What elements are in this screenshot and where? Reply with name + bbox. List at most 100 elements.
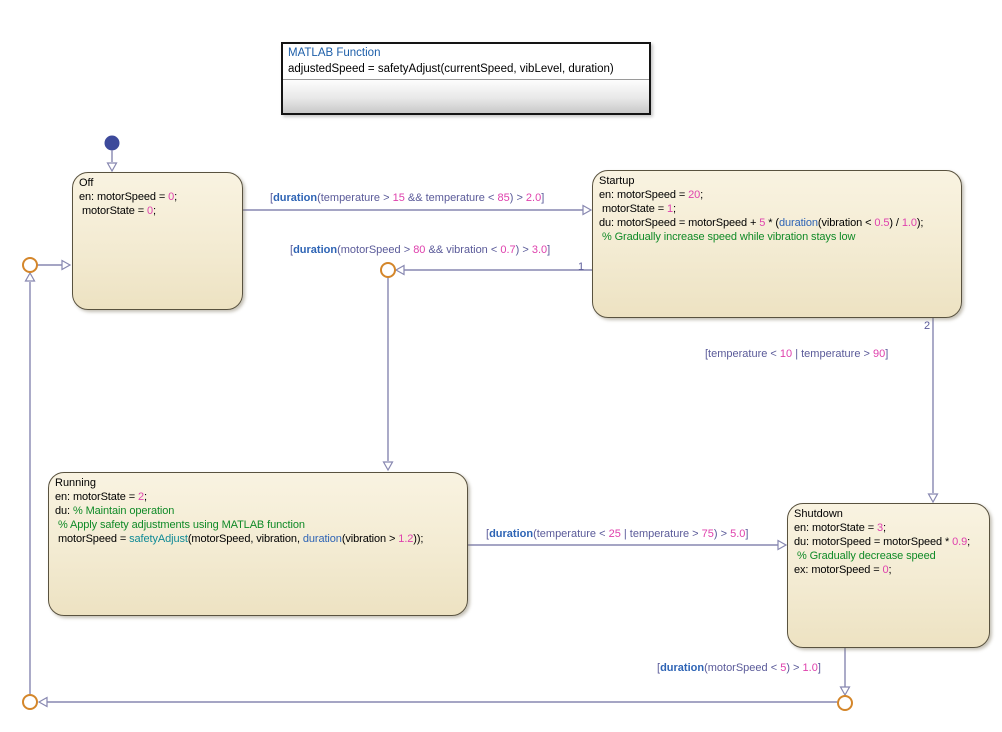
text-segment: motorState = <box>79 205 147 217</box>
state-code-line: en: motorState = 3; <box>794 521 989 535</box>
transition-order-label-1[interactable]: 1 <box>578 261 584 273</box>
text-segment: 15 <box>393 192 405 204</box>
text-segment: % Maintain operation <box>73 505 174 517</box>
junction-mid[interactable] <box>381 263 395 277</box>
text-segment: du: motorSpeed = motorSpeed * <box>794 536 952 548</box>
text-segment: 85 <box>497 192 509 204</box>
text-segment: 0.7 <box>500 244 515 256</box>
text-segment: ; <box>967 536 970 548</box>
text-segment: ) / <box>889 217 901 229</box>
text-segment: 0.9 <box>952 536 967 548</box>
text-segment: ; <box>174 191 177 203</box>
text-segment: [temperature < <box>705 348 780 360</box>
text-segment: motorSpeed = <box>55 533 129 545</box>
text-segment: 20 <box>688 189 700 201</box>
state-code-line: du: % Maintain operation <box>55 504 467 518</box>
state-code-line: ex: motorSpeed = 0; <box>794 563 989 577</box>
text-segment: ] <box>885 348 888 360</box>
state-code-line: motorState = 1; <box>599 202 961 216</box>
state-off[interactable]: Off en: motorSpeed = 0; motorState = 0; <box>72 172 243 310</box>
text-segment: 10 <box>780 348 792 360</box>
text-segment: ] <box>745 528 748 540</box>
text-segment: du: motorSpeed = motorSpeed + <box>599 217 759 229</box>
text-segment: (motorSpeed > <box>337 244 413 256</box>
state-startup[interactable]: Startup en: motorSpeed = 20; motorState … <box>592 170 962 318</box>
text-segment: ) > <box>510 192 526 204</box>
text-segment: ; <box>673 203 676 215</box>
text-segment: 2.0 <box>526 192 541 204</box>
text-segment: en: motorSpeed = <box>599 189 688 201</box>
text-segment: ] <box>547 244 550 256</box>
state-title: Startup <box>599 174 961 188</box>
text-segment: ex: motorSpeed = <box>794 564 883 576</box>
text-segment: en: motorState = <box>794 522 877 534</box>
text-segment: ; <box>700 189 703 201</box>
state-code-line: % Apply safety adjustments using MATLAB … <box>55 518 467 532</box>
text-segment: duration <box>489 528 533 540</box>
text-segment: % Gradually increase speed while vibrati… <box>599 231 855 243</box>
text-segment: % Gradually decrease speed <box>794 550 936 562</box>
junction-top-left[interactable] <box>23 258 37 272</box>
arrowhead-icon <box>583 206 591 215</box>
text-segment: du: <box>55 505 73 517</box>
text-segment: duration <box>779 217 818 229</box>
text-segment: ; <box>144 491 147 503</box>
arrowhead-icon <box>39 698 47 707</box>
matlab-function-box[interactable]: MATLAB Function adjustedSpeed = safetyAd… <box>281 42 651 115</box>
text-segment: | temperature > <box>621 528 702 540</box>
transition-label-off-to-startup[interactable]: [duration(temperature > 15 && temperatur… <box>270 191 544 205</box>
transition-label-running-to-shutdown[interactable]: [duration(temperature < 25 | temperature… <box>486 527 748 541</box>
text-segment: (motorSpeed, vibration, <box>188 533 303 545</box>
text-segment: % Apply safety adjustments using MATLAB … <box>55 519 305 531</box>
text-segment: en: motorSpeed = <box>79 191 168 203</box>
text-segment: | temperature > <box>792 348 873 360</box>
text-segment: 75 <box>702 528 714 540</box>
arrowhead-icon <box>384 462 393 470</box>
transition-label-startup-to-shutdown[interactable]: [temperature < 10 | temperature > 90] <box>705 347 888 361</box>
text-segment: ) > <box>516 244 532 256</box>
text-segment: (temperature < <box>533 528 609 540</box>
text-segment: 5.0 <box>730 528 745 540</box>
text-segment: (vibration > <box>342 533 398 545</box>
state-running[interactable]: Running en: motorState = 2; du: % Mainta… <box>48 472 468 616</box>
text-segment: ) > <box>786 662 802 674</box>
text-segment: ; <box>153 205 156 217</box>
text-segment: en: motorState = <box>55 491 138 503</box>
text-segment: ] <box>818 662 821 674</box>
text-segment: (motorSpeed < <box>704 662 780 674</box>
text-segment: ] <box>541 192 544 204</box>
text-segment: 90 <box>873 348 885 360</box>
transition-label-shutdown-to-off[interactable]: [duration(motorSpeed < 5) > 1.0] <box>657 661 821 675</box>
arrowhead-icon <box>841 687 850 695</box>
text-segment: duration <box>273 192 317 204</box>
text-segment: (vibration < <box>818 217 874 229</box>
text-segment: 25 <box>609 528 621 540</box>
text-segment: (temperature > <box>317 192 393 204</box>
text-segment: * ( <box>765 217 779 229</box>
state-code-line: motorState = 0; <box>79 204 242 218</box>
arrowhead-icon <box>26 273 35 281</box>
state-shutdown[interactable]: Shutdown en: motorState = 3; du: motorSp… <box>787 503 990 648</box>
transition-label-startup-to-running[interactable]: [duration(motorSpeed > 80 && vibration <… <box>290 243 550 257</box>
arrowhead-icon <box>108 163 117 171</box>
state-code-line: % Gradually increase speed while vibrati… <box>599 230 961 244</box>
text-segment: duration <box>303 533 342 545</box>
text-segment: safetyAdjust <box>129 533 188 545</box>
state-code-line: en: motorState = 2; <box>55 490 467 504</box>
text-segment: duration <box>293 244 337 256</box>
text-segment: 1.0 <box>902 217 917 229</box>
state-code-line: en: motorSpeed = 0; <box>79 190 242 204</box>
junction-bottom-right[interactable] <box>838 696 852 710</box>
text-segment: 80 <box>413 244 425 256</box>
text-segment: ; <box>883 522 886 534</box>
text-segment: motorState = <box>599 203 667 215</box>
state-title: Running <box>55 476 467 490</box>
matlab-function-box-title: MATLAB Function <box>283 44 649 61</box>
state-title: Off <box>79 176 242 190</box>
junction-bottom-left[interactable] <box>23 695 37 709</box>
default-transition-origin-dot[interactable] <box>105 136 119 150</box>
state-code-line: motorSpeed = safetyAdjust(motorSpeed, vi… <box>55 532 467 546</box>
state-title: Shutdown <box>794 507 989 521</box>
transition-order-label-2[interactable]: 2 <box>924 320 930 332</box>
text-segment: 3.0 <box>532 244 547 256</box>
